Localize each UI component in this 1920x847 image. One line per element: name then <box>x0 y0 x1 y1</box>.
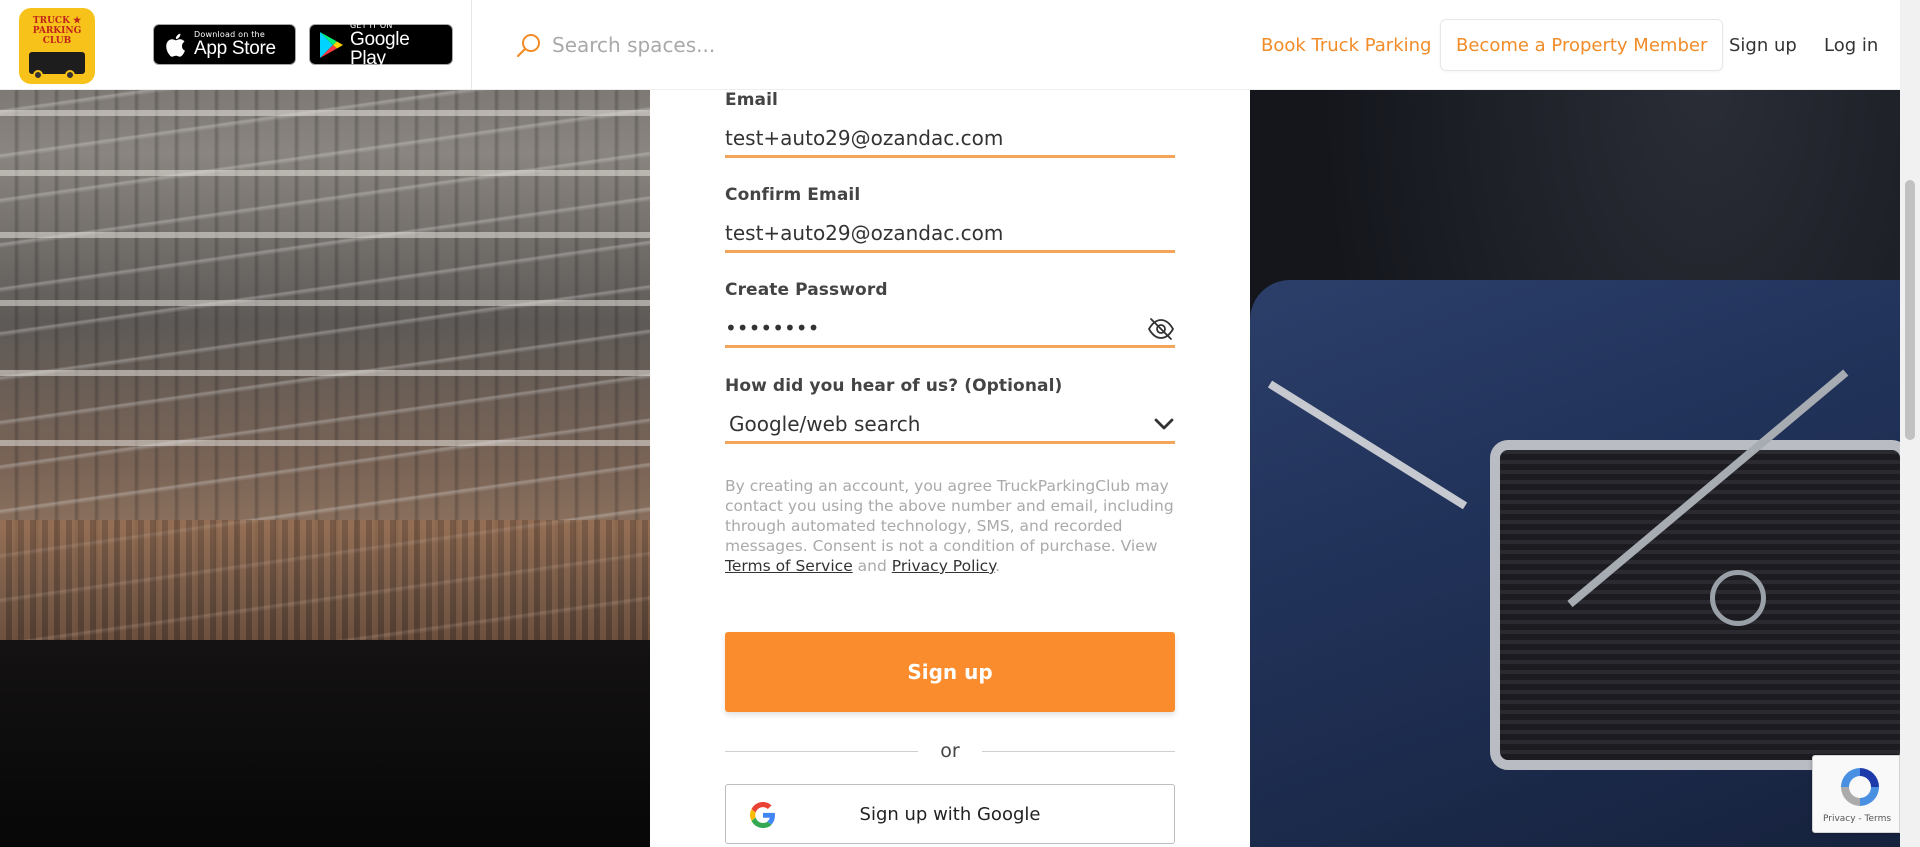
confirm-email-field-wrapper <box>725 215 1175 253</box>
referral-select[interactable]: Google/web search <box>725 411 1175 436</box>
photo-stripe <box>0 370 650 376</box>
search-input[interactable] <box>552 33 852 57</box>
confirm-email-field-group: Confirm Email <box>725 185 1175 253</box>
search-icon <box>516 32 542 58</box>
photo-stripe <box>0 110 650 116</box>
photo-stripe <box>0 232 650 238</box>
password-field-wrapper <box>725 310 1175 348</box>
or-text: or <box>940 740 960 762</box>
google-play-badge[interactable]: GET IT ON Google Play <box>309 21 453 69</box>
password-label: Create Password <box>725 280 888 300</box>
terms-of-service-link[interactable]: Terms of Service <box>725 557 853 575</box>
recaptcha-badge[interactable]: Privacy - Terms <box>1812 755 1900 833</box>
sign-up-with-google-button[interactable]: Sign up with Google <box>725 784 1175 844</box>
referral-label: How did you hear of us? (Optional) <box>725 376 1063 396</box>
truck-parking-club-logo[interactable]: TRUCK ★ PARKING CLUB <box>19 8 95 84</box>
privacy-policy-link[interactable]: Privacy Policy <box>892 557 995 575</box>
scrollbar-thumb[interactable] <box>1905 180 1915 440</box>
photo-rail <box>0 520 650 640</box>
logo-wheel-icon <box>33 70 43 80</box>
google-play-big-text: Google Play <box>350 28 410 69</box>
photo-stripe <box>0 440 650 446</box>
background-photo-right <box>1250 0 1910 847</box>
apple-icon <box>162 32 188 58</box>
referral-field-group: How did you hear of us? (Optional) Googl… <box>725 376 1175 444</box>
consent-text: By creating an account, you agree TruckP… <box>725 476 1180 576</box>
logo-wheel-icon <box>65 70 75 80</box>
divider-line <box>981 750 1175 752</box>
photo-stripe <box>0 300 650 306</box>
divider-line <box>725 750 919 752</box>
password-field[interactable] <box>725 315 1175 340</box>
nav-log-in[interactable]: Log in <box>1824 18 1878 72</box>
eye-slash-icon[interactable] <box>1147 316 1175 342</box>
photo-truck-emblem <box>1710 570 1766 626</box>
app-store-badge[interactable]: Download on the App Store <box>153 24 296 65</box>
search-bar[interactable] <box>516 26 876 64</box>
page-scrollbar[interactable] <box>1900 0 1920 847</box>
header-divider <box>471 0 472 90</box>
app-store-big-text: App Store <box>194 38 276 59</box>
consent-body: By creating an account, you agree TruckP… <box>725 477 1174 555</box>
nav-book-truck-parking[interactable]: Book Truck Parking <box>1261 18 1431 72</box>
top-header: TRUCK ★ PARKING CLUB Download on the App… <box>0 0 1900 90</box>
confirm-email-label: Confirm Email <box>725 185 861 205</box>
sign-up-button[interactable]: Sign up <box>725 632 1175 712</box>
consent-and: and <box>852 557 892 575</box>
email-field-group: Email <box>725 90 1175 158</box>
recaptcha-links[interactable]: Privacy - Terms <box>1813 814 1901 824</box>
signup-form-card: Email Confirm Email Create Password How … <box>650 90 1250 847</box>
nav-become-property-member[interactable]: Become a Property Member <box>1440 19 1724 71</box>
email-field-wrapper <box>725 120 1175 158</box>
recaptcha-icon <box>1837 764 1883 810</box>
password-field-group: Create Password <box>725 280 1175 348</box>
or-divider: or <box>725 736 1175 766</box>
google-play-icon <box>318 31 344 58</box>
email-field[interactable] <box>725 125 1175 150</box>
google-button-label: Sign up with Google <box>859 803 1041 825</box>
consent-end: . <box>995 557 1001 575</box>
photo-ground <box>0 640 650 847</box>
nav-sign-up[interactable]: Sign up <box>1729 18 1797 72</box>
google-g-icon <box>750 802 776 828</box>
referral-select-wrapper: Google/web search <box>725 406 1175 444</box>
logo-text: TRUCK ★ PARKING CLUB <box>32 16 82 46</box>
background-photo-left <box>0 0 650 847</box>
email-label: Email <box>725 90 778 110</box>
photo-stripe <box>0 170 650 176</box>
confirm-email-field[interactable] <box>725 220 1175 245</box>
